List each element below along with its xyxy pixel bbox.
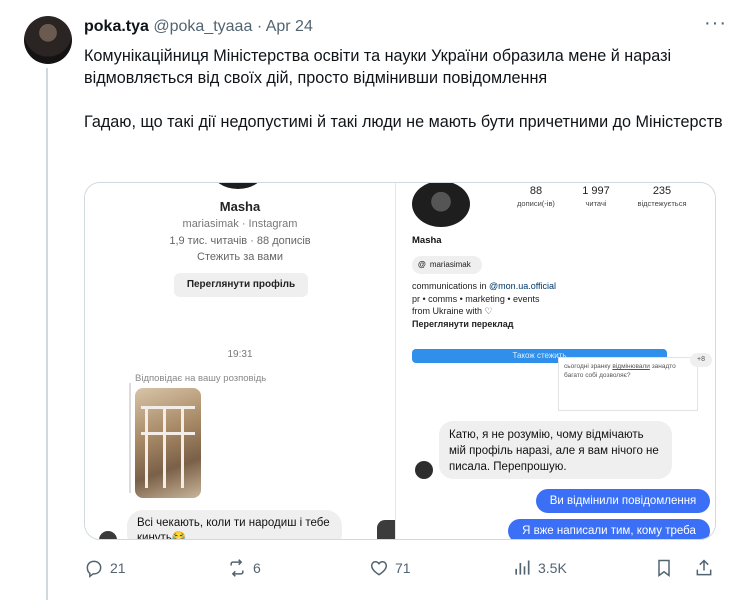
screenshot-left: Masha mariasimak · Instagram 1,9 тис. чи… (85, 183, 407, 539)
profile-avatar-large (412, 183, 470, 227)
reply-count: 21 (110, 560, 126, 576)
threads-icon: @ (418, 260, 426, 269)
tweet-paragraph-2: Гадаю, що такі дії недопустимі й такі лю… (84, 113, 723, 131)
stat-following: 235 відстежується (637, 185, 687, 208)
story-reply-label: Відповідає на вашу розповідь (135, 373, 267, 384)
profile-follows-line: Стежить за вами (197, 251, 283, 263)
profile-name: Masha (412, 235, 442, 246)
tweet-paragraph-1: Комунікаційниця Міністерства освіти та н… (84, 47, 672, 87)
tweet-text: Комунікаційниця Міністерства освіти та н… (84, 45, 724, 133)
reply-icon (86, 560, 102, 578)
thread-line (46, 68, 48, 600)
tweet-header: poka.tya @poka_tyaaa · Apr 24 (84, 18, 313, 36)
sent-message-2: Я вже написали тим, кому треба (508, 519, 710, 539)
threads-badge: @ mariasimak (412, 256, 482, 274)
view-profile-button: Переглянути профіль (174, 273, 308, 297)
bookmark-button[interactable] (654, 556, 680, 580)
tweet-actions: 21 6 71 3.5K (84, 556, 724, 580)
stat-followers: 1 997 читачі (582, 185, 610, 208)
share-button[interactable] (694, 556, 720, 580)
reply-bar (129, 383, 131, 493)
overlay-message: сьогодні зранку відмінювали занадто бага… (558, 357, 698, 411)
reaction-bubble: +8 (690, 353, 712, 367)
like-button[interactable]: 71 (369, 556, 411, 580)
received-message: Катю, я не розумію, чому відмічають мій … (439, 421, 672, 479)
screenshot-right: 88 дописи(-ів) 1 997 читачі 235 відстежу… (396, 183, 715, 539)
header-separator: · (256, 18, 263, 35)
attached-image[interactable]: Masha mariasimak · Instagram 1,9 тис. чи… (84, 182, 716, 540)
profile-bio: communications in @mon.ua.official pr • … (412, 281, 557, 329)
received-message: Всі чекають, коли ти народиш і тебе кину… (127, 510, 342, 539)
profile-name: Masha (219, 199, 261, 214)
reply-button[interactable]: 21 (84, 556, 126, 580)
sender-avatar (415, 461, 433, 479)
sent-message-1: Ви відмінили повідомлення (536, 489, 710, 513)
user-handle[interactable]: @poka_tyaaa (153, 18, 252, 35)
heart-icon (370, 560, 388, 576)
bookmark-icon (658, 559, 670, 577)
tweet-date[interactable]: Apr 24 (266, 18, 313, 35)
profile-stats-line: 1,9 тис. читачів · 88 дописів (169, 235, 311, 247)
display-name[interactable]: poka.tya (84, 18, 149, 35)
repost-icon (230, 559, 244, 577)
views-button[interactable]: 3.5K (512, 556, 567, 580)
sender-avatar (99, 531, 117, 539)
view-count: 3.5K (538, 560, 567, 576)
analytics-icon (515, 560, 530, 575)
stat-posts: 88 дописи(-ів) (517, 185, 555, 208)
message-time: 19:31 (227, 349, 253, 360)
author-avatar[interactable] (24, 16, 72, 64)
share-icon (696, 559, 712, 576)
profile-avatar (212, 183, 264, 189)
repost-button[interactable]: 6 (227, 556, 261, 580)
more-options-icon[interactable]: ··· (704, 12, 727, 35)
repost-count: 6 (253, 560, 261, 576)
story-thumbnail (135, 388, 201, 498)
like-count: 71 (395, 560, 411, 576)
profile-handle-line: mariasimak · Instagram (182, 218, 298, 230)
